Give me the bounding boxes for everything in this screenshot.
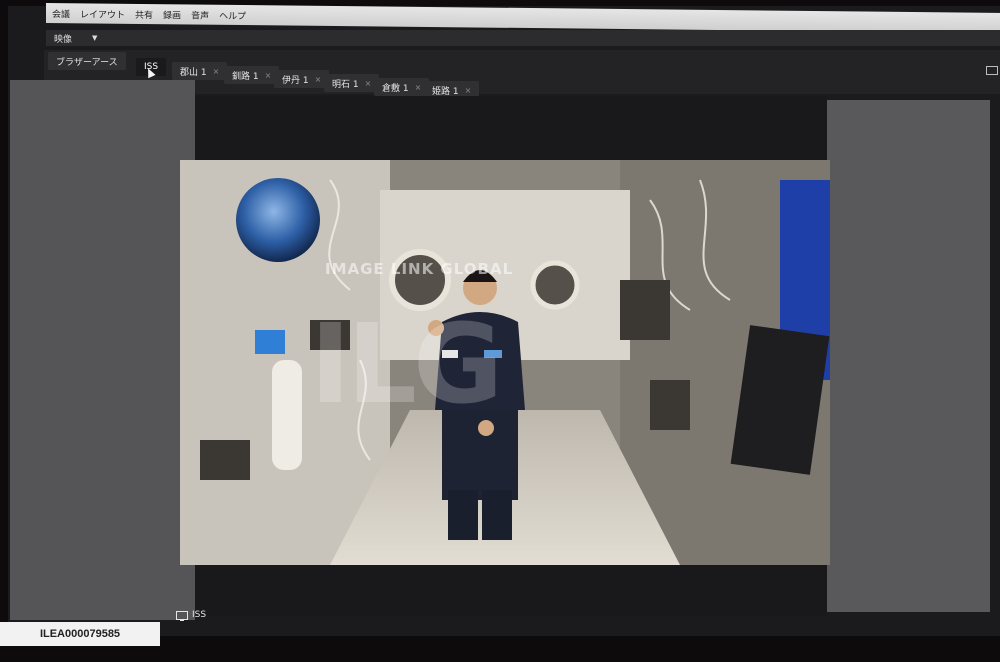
video-dropdown-label: 映像 bbox=[54, 34, 73, 45]
tab-label: 明石 1 bbox=[332, 79, 359, 90]
tab-itami[interactable]: 伊丹 1 × bbox=[274, 70, 330, 88]
menu-item-help[interactable]: ヘルプ bbox=[219, 8, 246, 21]
tab-label: ブラザーアース bbox=[56, 57, 118, 68]
tab-label: 郡山 1 bbox=[180, 67, 207, 78]
tab-label: 釧路 1 bbox=[232, 71, 259, 82]
watermark-text: IMAGE LINK GLOBAL bbox=[325, 260, 514, 278]
menu-item-audio[interactable]: 音声 bbox=[191, 8, 209, 21]
chevron-down-icon: ▼ bbox=[92, 34, 98, 42]
menu-item-layout[interactable]: レイアウト bbox=[80, 7, 125, 20]
close-icon[interactable]: × bbox=[465, 86, 472, 95]
close-icon[interactable]: × bbox=[415, 83, 422, 92]
tab-kurashiki[interactable]: 倉敷 1 × bbox=[374, 78, 430, 96]
tab-brother-earth[interactable]: ブラザーアース bbox=[48, 52, 126, 70]
menu-item-record[interactable]: 録画 bbox=[163, 8, 181, 21]
tab-akashi[interactable]: 明石 1 × bbox=[324, 74, 380, 92]
close-icon[interactable]: × bbox=[265, 71, 272, 80]
menu-item-share[interactable]: 共有 bbox=[135, 7, 153, 20]
monitor-icon bbox=[176, 610, 188, 621]
close-icon[interactable]: × bbox=[365, 79, 372, 88]
window-icon[interactable] bbox=[986, 66, 998, 75]
tab-kushiro[interactable]: 釧路 1 × bbox=[224, 66, 280, 84]
tab-label: 姫路 1 bbox=[432, 86, 459, 97]
status-indicator: ISS bbox=[176, 610, 207, 621]
menu-item-meeting[interactable]: 会議 bbox=[52, 7, 70, 20]
tab-label: 伊丹 1 bbox=[282, 75, 309, 86]
watermark-logo: ILG bbox=[310, 300, 503, 428]
close-icon[interactable]: × bbox=[213, 67, 220, 76]
tab-label: 倉敷 1 bbox=[382, 83, 409, 94]
right-side-panel bbox=[825, 100, 990, 612]
image-id-label: ILEA000079585 bbox=[0, 622, 160, 646]
iss-video-feed[interactable] bbox=[180, 160, 830, 565]
status-label: ISS bbox=[192, 610, 207, 620]
tab-koriyama[interactable]: 郡山 1 × bbox=[172, 62, 228, 80]
left-side-panel bbox=[10, 80, 195, 620]
video-dropdown[interactable]: 映像 ▼ bbox=[46, 30, 1000, 46]
iss-interior-scene bbox=[180, 160, 830, 565]
close-icon[interactable]: × bbox=[315, 75, 322, 84]
